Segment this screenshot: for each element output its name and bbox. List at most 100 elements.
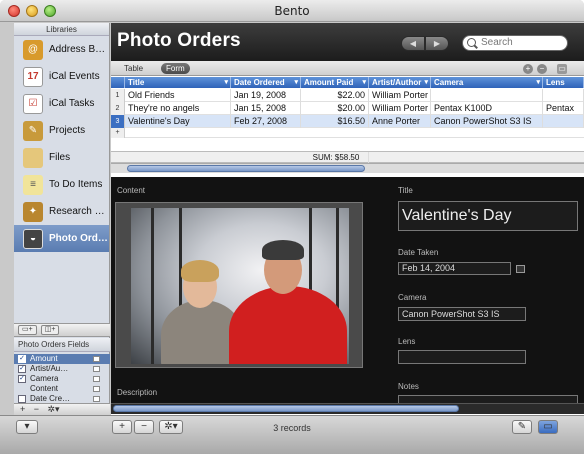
column-header-artist[interactable]: Artist/Author ▾ — [369, 77, 431, 88]
cell-artist[interactable]: William Porter — [369, 89, 431, 102]
sidebar-item-files[interactable]: Files — [14, 144, 109, 171]
table-row[interactable]: 2 They're no angels Jan 15, 2008 $20.00 … — [111, 102, 584, 115]
column-header-title[interactable]: Title ▾ — [125, 77, 231, 88]
remove-form-icon[interactable]: − — [537, 64, 547, 74]
sidebar-item-label: Projects — [49, 125, 86, 136]
sort-arrow-icon: ▾ — [536, 79, 540, 86]
column-header-camera[interactable]: Camera ▾ — [431, 77, 543, 88]
field-label: Content — [30, 384, 59, 393]
content-media-field[interactable] — [115, 202, 363, 368]
camera-field[interactable]: Canon PowerShot S3 IS — [398, 307, 526, 321]
date-taken-label: Date Taken — [398, 248, 439, 257]
sidebar-item-projects[interactable]: ✎ Projects — [14, 117, 109, 144]
layout-icon[interactable]: ▭ — [557, 64, 567, 74]
cell-lens[interactable]: Pentax — [543, 102, 584, 115]
column-header-amount-paid[interactable]: Amount Paid ▾ — [301, 77, 369, 88]
record-count: 3 records — [273, 423, 311, 433]
column-header-lens[interactable]: Lens — [543, 77, 584, 88]
bento-window: Bento Libraries @ Address B… 17 iCal Eve… — [0, 0, 584, 454]
checkbox[interactable] — [18, 395, 26, 403]
cell-title[interactable]: Valentine's Day — [125, 115, 231, 128]
cell-camera[interactable]: Pentax K100D — [431, 102, 543, 115]
lens-field[interactable] — [398, 350, 526, 364]
cell-title[interactable]: They're no angels — [125, 102, 231, 115]
field-label: Artist/Au… — [30, 364, 69, 373]
sidebar-item-research[interactable]: ✦ Research … — [14, 198, 109, 225]
search-input[interactable]: Search — [462, 35, 568, 51]
scrollbar-thumb[interactable] — [113, 405, 459, 412]
table-horizontal-scrollbar[interactable] — [111, 163, 584, 173]
sidebar-item-label: iCal Events — [49, 71, 100, 82]
tab-table[interactable]: Table — [119, 63, 148, 74]
sidebar-item-label: Research … — [49, 206, 105, 217]
cell-camera[interactable]: Canon PowerShot S3 IS — [431, 115, 543, 128]
column-header-date-ordered[interactable]: Date Ordered ▾ — [231, 77, 301, 88]
main-area: Photo Orders ◀ ▶ Search Table Form + − ▭… — [111, 23, 584, 415]
projects-icon: ✎ — [23, 120, 43, 141]
date-taken-field[interactable]: Feb 14, 2004 — [398, 262, 511, 275]
sidebar-item-address-book[interactable]: @ Address B… — [14, 36, 109, 63]
files-icon — [23, 147, 43, 168]
fields-header: Photo Orders Fields — [14, 338, 110, 352]
calendar-icon: 17 — [23, 66, 43, 87]
scrollbar-thumb[interactable] — [127, 165, 365, 172]
title-field[interactable]: Valentine's Day — [398, 201, 578, 231]
checkbox[interactable]: ✓ — [18, 355, 26, 363]
field-label: Amount — [30, 354, 58, 363]
cell-artist[interactable]: Anne Porter — [369, 115, 431, 128]
content-label: Content — [117, 186, 146, 195]
notes-field[interactable] — [398, 395, 578, 403]
field-artist[interactable]: ✓ Artist/Au… — [14, 364, 110, 374]
cell-amount[interactable]: $20.00 — [301, 102, 369, 115]
cell-date[interactable]: Feb 27, 2008 — [231, 115, 301, 128]
library-header: Photo Orders ◀ ▶ Search — [111, 23, 584, 61]
field-type-icon — [93, 376, 100, 382]
row-number: 2 — [111, 102, 125, 115]
sidebar-item-photo-orders[interactable]: ◒ Photo Ord… — [14, 225, 109, 252]
add-row-icon[interactable]: + — [111, 128, 125, 138]
field-camera[interactable]: ✓ Camera — [14, 374, 110, 384]
cell-lens[interactable] — [543, 115, 584, 128]
description-label: Description — [117, 388, 158, 397]
field-content[interactable]: Content — [14, 384, 110, 394]
cell-title[interactable]: Old Friends — [125, 89, 231, 102]
field-amount[interactable]: ✓ Amount — [14, 354, 110, 364]
add-collection-button[interactable]: ◫+ — [40, 325, 60, 335]
checkbox[interactable]: ✓ — [18, 375, 26, 383]
form-view-button[interactable]: ▭ — [538, 420, 558, 434]
calendar-picker-icon[interactable] — [516, 265, 525, 273]
checkbox[interactable]: ✓ — [18, 365, 26, 373]
sidebar-item-label: Address B… — [49, 44, 106, 55]
man-hair — [262, 240, 304, 260]
cell-camera[interactable] — [431, 89, 543, 102]
cell-amount[interactable]: $16.50 — [301, 115, 369, 128]
field-type-icon — [93, 386, 100, 392]
cell-amount[interactable]: $22.00 — [301, 89, 369, 102]
title-bar[interactable]: Bento — [0, 0, 584, 22]
fields-toolbar[interactable]: + − ✲▾ — [14, 403, 110, 415]
new-row[interactable]: + — [111, 128, 584, 138]
form-horizontal-scrollbar[interactable] — [111, 403, 584, 414]
sidebar-item-ical-tasks[interactable]: ☑ iCal Tasks — [14, 90, 109, 117]
cell-lens[interactable] — [543, 89, 584, 102]
sidebar-item-to-do-items[interactable]: ≡ To Do Items — [14, 171, 109, 198]
back-button[interactable]: ◀ — [401, 36, 425, 51]
tasks-icon: ☑ — [23, 93, 43, 114]
sidebar-item-ical-events[interactable]: 17 iCal Events — [14, 63, 109, 90]
sort-arrow-icon: ▾ — [224, 79, 228, 86]
tab-form[interactable]: Form — [161, 63, 190, 74]
table-header: Title ▾ Date Ordered ▾ Amount Paid ▾ Artist… — [111, 77, 584, 88]
search-icon — [467, 38, 476, 47]
cell-artist[interactable]: William Porter — [369, 102, 431, 115]
view-tabs: Table Form + − ▭ — [111, 61, 584, 76]
cell-date[interactable]: Jan 19, 2008 — [231, 89, 301, 102]
add-form-icon[interactable]: + — [523, 64, 533, 74]
add-library-button[interactable]: ▭+ — [18, 325, 37, 335]
forward-button[interactable]: ▶ — [425, 36, 449, 51]
row-number: 1 — [111, 89, 125, 102]
edit-button[interactable]: ✎ — [512, 420, 532, 434]
table-row-selected[interactable]: 3 Valentine's Day Feb 27, 2008 $16.50 An… — [111, 115, 584, 128]
cell-date[interactable]: Jan 15, 2008 — [231, 102, 301, 115]
table-row[interactable]: 1 Old Friends Jan 19, 2008 $22.00 Willia… — [111, 89, 584, 102]
research-icon: ✦ — [23, 201, 43, 222]
